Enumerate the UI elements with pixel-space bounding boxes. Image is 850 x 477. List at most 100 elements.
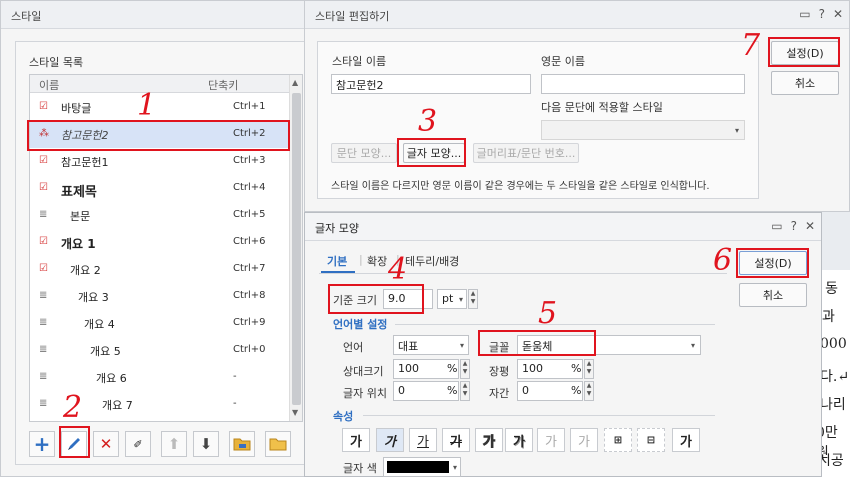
spacing-spinner[interactable]: ▲ ▼ bbox=[584, 381, 594, 401]
close-icon[interactable]: ✕ bbox=[805, 219, 815, 233]
base-size-spinner[interactable]: ▲ ▼ bbox=[468, 289, 478, 309]
unit-value: pt bbox=[442, 292, 454, 305]
style-list-item[interactable]: ☑ 개요 2 Ctrl+7 bbox=[30, 256, 288, 283]
scroll-down-icon[interactable]: ▼ bbox=[292, 408, 298, 417]
style-list-header: 이름 단축키 bbox=[30, 75, 302, 93]
underline-button[interactable]: 가 bbox=[409, 428, 437, 452]
style-list[interactable]: 이름 단축키 ☑ 바탕글 Ctrl+1 ⁂ 참고문헌2 Ctrl+2 ☑ 참고문헌1 Ctrl+… bbox=[29, 74, 303, 422]
annotation-number: 1 bbox=[137, 88, 157, 123]
style-item-shortcut: Ctrl+2 bbox=[233, 128, 266, 139]
move-down-button[interactable]: ⬇ bbox=[193, 431, 219, 457]
percent-label: % bbox=[571, 362, 582, 375]
eng-name-input[interactable] bbox=[541, 74, 745, 94]
style-list-item[interactable]: ≣ 개요 4 Ctrl+9 bbox=[30, 310, 288, 337]
annotation-number: 3 bbox=[418, 104, 438, 139]
style-list-item[interactable]: ⁂ 참고문헌2 Ctrl+2 bbox=[30, 121, 288, 148]
style-list-item[interactable]: ☑ 개요 1 Ctrl+6 bbox=[30, 229, 288, 256]
style-item-name: 개요 4 bbox=[84, 318, 115, 331]
pos-spinner[interactable]: ▲ ▼ bbox=[460, 381, 470, 401]
style-list-item[interactable]: ☑ 바탕글 Ctrl+1 bbox=[30, 94, 288, 121]
window-menu-icon[interactable]: ▭ bbox=[799, 7, 810, 21]
open-style-button[interactable] bbox=[265, 431, 291, 457]
style-list-item[interactable]: ≣ 개요 3 Ctrl+8 bbox=[30, 283, 288, 310]
eng-name-label: 영문 이름 bbox=[541, 55, 585, 68]
style-item-shortcut: Ctrl+0 bbox=[233, 344, 266, 355]
rel-size-label: 상대크기 bbox=[343, 365, 384, 378]
scroll-up-icon[interactable]: ▲ bbox=[292, 78, 298, 87]
superscript-icon: ⊞ bbox=[613, 434, 623, 446]
annotation-number: 6 bbox=[713, 243, 733, 278]
rel-size-spinner[interactable]: ▲ ▼ bbox=[460, 359, 470, 379]
annotation-number: 7 bbox=[741, 28, 761, 63]
strikeout-button[interactable]: 가 bbox=[442, 428, 470, 452]
style-name-input[interactable]: 참고문헌2 bbox=[331, 74, 531, 94]
doc-text-line: 다.↵ bbox=[820, 369, 850, 385]
subscript-button[interactable]: ⊟ bbox=[637, 428, 665, 452]
style-list-label: 스타일 목록 bbox=[29, 56, 84, 69]
lang-select[interactable]: 대표 bbox=[393, 335, 469, 355]
style-list-item[interactable]: ≣ 본문 Ctrl+5 bbox=[30, 202, 288, 229]
folder-open-icon bbox=[269, 438, 287, 451]
tab-extend[interactable]: 확장 bbox=[367, 253, 387, 269]
edit-style-ok-button[interactable]: 설정(D) bbox=[771, 41, 839, 65]
import-style-button[interactable] bbox=[229, 431, 255, 457]
para-icon: ≣ bbox=[39, 290, 48, 301]
move-up-button[interactable]: ⬆ bbox=[161, 431, 187, 457]
style-list-item[interactable]: ≣ 개요 5 Ctrl+0 bbox=[30, 337, 288, 364]
doc-text-line: 나리 bbox=[820, 397, 846, 413]
shadow-button[interactable]: 가 bbox=[505, 428, 533, 452]
subscript-icon: ⊟ bbox=[646, 434, 656, 446]
window-menu-icon[interactable]: ▭ bbox=[771, 219, 782, 233]
help-icon[interactable]: ? bbox=[791, 219, 797, 233]
replace-style-button[interactable]: ✐ bbox=[125, 431, 151, 457]
para-icon: ≣ bbox=[39, 371, 48, 382]
style-item-name: 참고문헌2 bbox=[61, 129, 109, 142]
annotation-number: 2 bbox=[63, 390, 83, 425]
font-color-select[interactable] bbox=[383, 457, 461, 477]
italic-button[interactable]: 가 bbox=[376, 428, 404, 452]
help-icon[interactable]: ? bbox=[819, 7, 825, 21]
style-item-shortcut: Ctrl+7 bbox=[233, 263, 266, 274]
style-list-item[interactable]: ≣ 개요 6 - bbox=[30, 364, 288, 391]
edit-style-title: 스타일 편집하기 bbox=[315, 10, 390, 23]
next-style-select[interactable] bbox=[541, 120, 745, 140]
edit-style-titlebar: 스타일 편집하기 ▭ ? ✕ bbox=[305, 1, 849, 29]
close-icon[interactable]: ✕ bbox=[833, 7, 843, 21]
tab-border-bg[interactable]: 테두리/배경 bbox=[405, 253, 459, 269]
font-select[interactable]: 돋움체 bbox=[517, 335, 701, 355]
char-shape-button[interactable]: 글자 모양... bbox=[403, 143, 465, 163]
chevron-down-icon: ▾ bbox=[453, 463, 458, 472]
emboss-button[interactable]: 가 bbox=[537, 428, 565, 452]
plus-icon: + bbox=[33, 432, 51, 456]
doc-text-line: 000 bbox=[820, 336, 847, 352]
style-list-item[interactable]: ☑ 표제목 Ctrl+4 bbox=[30, 175, 288, 202]
delete-style-button[interactable]: ✕ bbox=[93, 431, 119, 457]
lang-label: 언어 bbox=[343, 341, 364, 354]
style-item-shortcut: Ctrl+8 bbox=[233, 290, 266, 301]
bold-button[interactable]: 가 bbox=[342, 428, 370, 452]
base-size-input[interactable]: 9.0 bbox=[383, 289, 433, 309]
tab-basic[interactable]: 기본 bbox=[327, 253, 347, 269]
engrave-button[interactable]: 가 bbox=[570, 428, 598, 452]
outline-button[interactable]: 가 bbox=[475, 428, 503, 452]
para-shape-button[interactable]: 문단 모양... bbox=[331, 143, 397, 163]
edit-style-button[interactable] bbox=[61, 431, 87, 457]
style-list-scrollbar[interactable]: ▲ ▼ bbox=[289, 75, 302, 421]
style-item-shortcut: Ctrl+6 bbox=[233, 236, 266, 247]
scroll-thumb[interactable] bbox=[292, 93, 301, 405]
char-shape-ok-button[interactable]: 설정(D) bbox=[739, 251, 807, 275]
bullet-number-button[interactable]: 글머리표/문단 번호... bbox=[473, 143, 579, 163]
annotation-number: 4 bbox=[388, 252, 408, 287]
edit-style-cancel-button[interactable]: 취소 bbox=[771, 71, 839, 95]
style-item-name: 바탕글 bbox=[61, 102, 92, 115]
char-shape-cancel-button[interactable]: 취소 bbox=[739, 283, 807, 307]
width-spinner[interactable]: ▲ ▼ bbox=[584, 359, 594, 379]
para-check-icon: ☑ bbox=[39, 155, 48, 166]
style-item-name: 참고문헌1 bbox=[61, 156, 109, 169]
style-list-item[interactable]: ☑ 참고문헌1 Ctrl+3 bbox=[30, 148, 288, 175]
normal-button[interactable]: 가 bbox=[672, 428, 700, 452]
edit-style-window: 스타일 편집하기 ▭ ? ✕ 스타일 이름 참고문헌2 영문 이름 다음 문단에… bbox=[304, 0, 850, 212]
superscript-button[interactable]: ⊞ bbox=[604, 428, 632, 452]
col-name-header: 이름 bbox=[39, 79, 60, 92]
add-style-button[interactable]: + bbox=[29, 431, 55, 457]
